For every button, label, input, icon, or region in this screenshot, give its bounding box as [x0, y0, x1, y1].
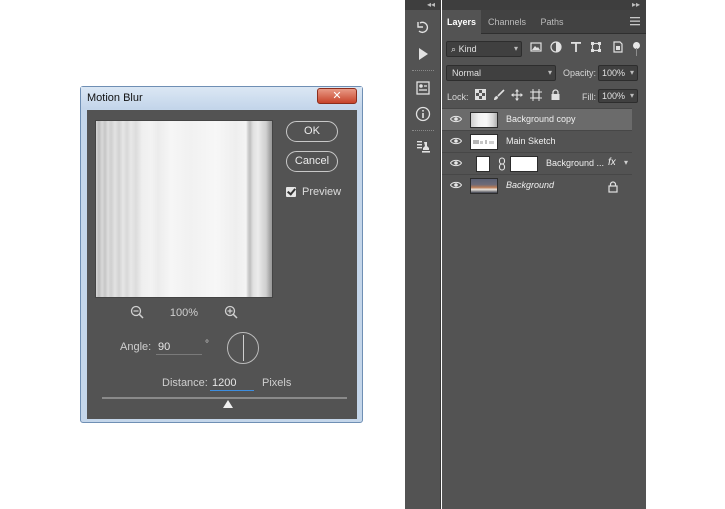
- lock-all-icon[interactable]: [548, 89, 562, 103]
- dialog-body: 100% OK Cancel Preview Angle: 90 ° Dista…: [87, 110, 357, 419]
- fill-input[interactable]: 100% ▾: [598, 89, 638, 103]
- blend-mode-value: Normal: [452, 68, 482, 78]
- dialog-titlebar[interactable]: Motion Blur ✕: [81, 87, 362, 109]
- play-icon[interactable]: [415, 46, 431, 62]
- chain-link-icon[interactable]: [498, 157, 506, 171]
- layer-thumbnail: [470, 112, 498, 128]
- fx-icon[interactable]: fx: [608, 157, 616, 168]
- eye-icon[interactable]: [449, 114, 463, 126]
- panel-header: ▸▸: [442, 0, 646, 10]
- zoom-in-icon[interactable]: [223, 305, 239, 321]
- distance-unit: Pixels: [262, 377, 292, 389]
- fill-value: 100%: [602, 91, 626, 101]
- blur-preview-image[interactable]: [95, 120, 273, 298]
- dock-header: ◂◂: [405, 0, 441, 10]
- blend-mode-select[interactable]: Normal ▾: [446, 65, 556, 81]
- layer-row-main-sketch[interactable]: Main Sketch: [442, 130, 632, 152]
- layer-mask-thumbnail[interactable]: [510, 156, 538, 172]
- lock-position-icon[interactable]: [510, 89, 524, 103]
- distance-input[interactable]: 1200: [210, 377, 254, 391]
- lock-transparent-pixels-icon[interactable]: [473, 89, 487, 103]
- zoom-level: 100%: [169, 307, 199, 319]
- degree-symbol: °: [205, 339, 209, 350]
- layer-name[interactable]: Main Sketch: [506, 136, 556, 146]
- distance-slider-track[interactable]: [102, 397, 347, 399]
- layer-thumbnail: [470, 178, 498, 194]
- layer-row-background-copy[interactable]: Background copy: [442, 108, 632, 130]
- close-button[interactable]: ✕: [317, 88, 357, 104]
- lock-icon[interactable]: [608, 180, 618, 193]
- history-icon[interactable]: [415, 20, 431, 36]
- info-icon[interactable]: [415, 106, 431, 122]
- filter-shape-icon[interactable]: [589, 41, 603, 57]
- layer-list: Background copy Main Sketch Background .…: [442, 108, 632, 198]
- opacity-label: Opacity:: [563, 68, 597, 78]
- layer-thumbnail: [470, 134, 498, 150]
- layer-row-background-adjustment[interactable]: Background ... fx ▾: [442, 152, 632, 174]
- preview-checkbox[interactable]: [286, 187, 296, 197]
- chevron-down-icon: ▾: [547, 68, 552, 77]
- layers-panel: ▸▸ Layers Channels Paths ⌕ Kind ▾ Normal…: [442, 0, 646, 509]
- screen: Motion Blur ✕ 100% OK Cancel Preview Ang…: [0, 0, 725, 509]
- panel-tabs: Layers Channels Paths: [442, 10, 646, 34]
- search-icon: ⌕: [451, 44, 457, 54]
- layer-row-background[interactable]: Background: [442, 174, 632, 196]
- filter-pixel-icon[interactable]: [529, 41, 543, 57]
- filter-kind-select[interactable]: ⌕ Kind ▾: [446, 41, 522, 57]
- filter-type-icon[interactable]: [569, 41, 583, 57]
- eye-icon[interactable]: [449, 180, 463, 192]
- chevron-down-icon[interactable]: ▾: [624, 158, 628, 167]
- cancel-button[interactable]: Cancel: [286, 151, 338, 172]
- chevron-down-icon: ▾: [629, 68, 634, 77]
- filter-toggle[interactable]: [633, 41, 641, 57]
- zoom-out-icon[interactable]: [129, 305, 145, 321]
- chevron-down-icon: ▾: [513, 44, 518, 53]
- properties-icon[interactable]: [415, 80, 431, 96]
- filter-kind-value: Kind: [458, 44, 477, 54]
- angle-dial[interactable]: [227, 332, 259, 364]
- dock-divider: [412, 130, 434, 132]
- collapsed-panels-dock: ◂◂: [405, 0, 441, 509]
- angle-input[interactable]: 90: [156, 341, 202, 355]
- distance-label: Distance:: [162, 377, 208, 389]
- layer-name[interactable]: Background ...: [546, 158, 604, 168]
- lock-artboard-icon[interactable]: [529, 89, 543, 103]
- dock-divider: [412, 70, 434, 72]
- fill-layer-thumbnail: [476, 156, 490, 172]
- lock-label: Lock:: [447, 92, 469, 102]
- lock-image-pixels-icon[interactable]: [492, 89, 506, 103]
- angle-label: Angle:: [120, 341, 152, 353]
- opacity-input[interactable]: 100% ▾: [598, 65, 638, 81]
- layer-name[interactable]: Background: [506, 180, 554, 190]
- preview-label[interactable]: Preview: [302, 186, 341, 198]
- filter-adjustment-icon[interactable]: [549, 41, 563, 57]
- layer-list-scroll-area[interactable]: [633, 108, 646, 198]
- chevron-down-icon: ▾: [629, 91, 634, 100]
- ok-button[interactable]: OK: [286, 121, 338, 142]
- dialog-title: Motion Blur: [87, 92, 143, 104]
- clone-source-icon[interactable]: [415, 138, 431, 154]
- opacity-value: 100%: [602, 68, 626, 78]
- layer-name[interactable]: Background copy: [506, 114, 576, 124]
- eye-icon[interactable]: [449, 136, 463, 148]
- tab-layers[interactable]: Layers: [442, 10, 481, 34]
- tab-channels[interactable]: Channels: [484, 10, 530, 34]
- panel-menu-icon[interactable]: [630, 16, 640, 28]
- expand-panel-icon[interactable]: ▸▸: [632, 0, 640, 10]
- fill-label: Fill:: [582, 92, 596, 102]
- tab-paths[interactable]: Paths: [534, 10, 570, 34]
- filter-smart-object-icon[interactable]: [611, 41, 625, 57]
- eye-icon[interactable]: [449, 158, 463, 170]
- collapse-dock-icon[interactable]: ◂◂: [427, 0, 435, 10]
- distance-slider-thumb[interactable]: [223, 400, 233, 408]
- motion-blur-dialog: Motion Blur ✕ 100% OK Cancel Preview Ang…: [80, 86, 363, 423]
